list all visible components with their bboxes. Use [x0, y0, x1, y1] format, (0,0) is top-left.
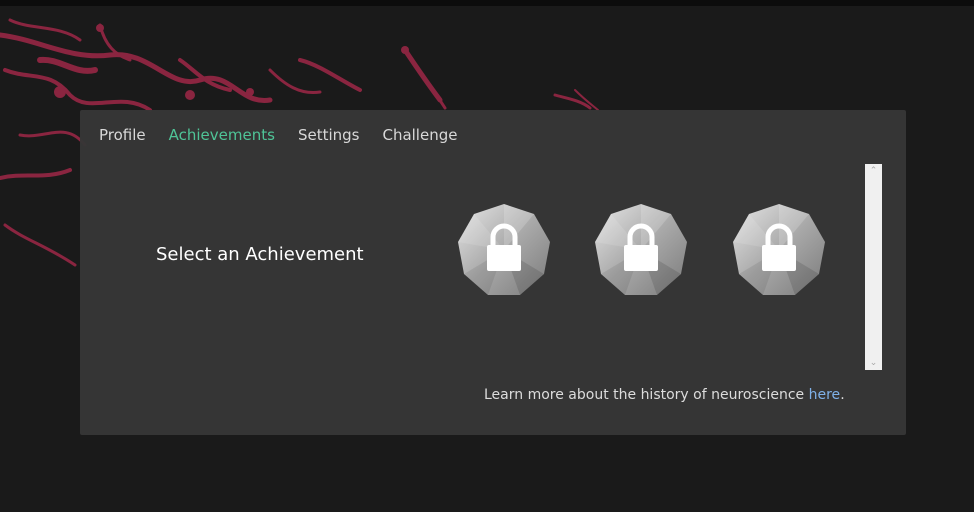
- tab-challenge[interactable]: Challenge: [382, 126, 457, 144]
- locked-achievement-badge-2[interactable]: [593, 202, 689, 298]
- learn-more-suffix: .: [840, 387, 845, 403]
- scroll-down-icon[interactable]: ⌄: [865, 356, 882, 370]
- tab-settings[interactable]: Settings: [298, 126, 360, 144]
- learn-more-label: Learn more about the history of neurosci…: [484, 387, 809, 403]
- vertical-scrollbar[interactable]: ⌃ ⌄: [865, 164, 882, 370]
- achievements-panel: Profile Achievements Settings Challenge …: [80, 110, 906, 435]
- select-achievement-title: Select an Achievement: [156, 244, 364, 265]
- history-link[interactable]: here: [809, 387, 841, 403]
- locked-achievement-badge-3[interactable]: [731, 202, 827, 298]
- scroll-up-icon[interactable]: ⌃: [865, 164, 882, 178]
- tab-achievements[interactable]: Achievements: [169, 126, 275, 144]
- locked-achievement-badge-1[interactable]: [456, 202, 552, 298]
- learn-more-text: Learn more about the history of neurosci…: [484, 387, 845, 403]
- page: Profile Achievements Settings Challenge …: [0, 0, 974, 512]
- tab-bar: Profile Achievements Settings Challenge: [99, 126, 457, 144]
- tab-profile[interactable]: Profile: [99, 126, 146, 144]
